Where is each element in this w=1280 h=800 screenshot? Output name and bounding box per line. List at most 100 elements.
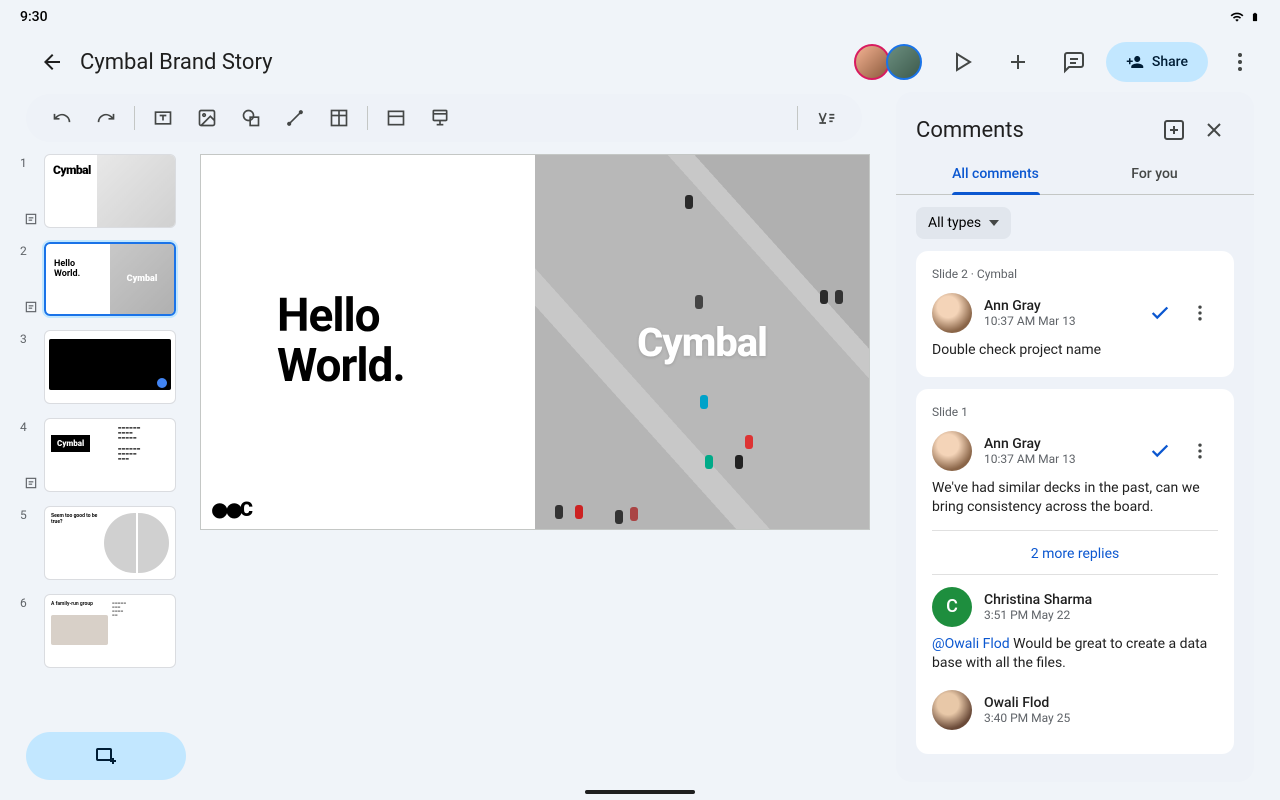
- filter-dropdown[interactable]: All types: [916, 207, 1011, 239]
- tab-for-you[interactable]: For you: [1075, 154, 1234, 194]
- slide-title[interactable]: HelloWorld.: [277, 292, 535, 391]
- comment-avatar: [932, 690, 972, 730]
- slide-brand: Cymbal: [637, 319, 767, 366]
- redo-icon: [96, 108, 116, 128]
- share-label: Share: [1152, 54, 1188, 70]
- format-button[interactable]: [806, 98, 846, 138]
- mention[interactable]: @Owali Flod: [932, 636, 1010, 652]
- collaborator-avatars[interactable]: [858, 44, 922, 80]
- image-icon: [197, 108, 217, 128]
- theme-icon: [430, 108, 450, 128]
- back-button[interactable]: [32, 42, 72, 82]
- textbox-icon: [153, 108, 173, 128]
- thumbnail-2[interactable]: 2 HelloWorld. Cymbal: [20, 242, 192, 316]
- thumbnail-4[interactable]: 4 Cymbal ▬▬▬▬▬▬▬▬▬▬▬▬▬▬▬▬▬▬▬▬▬▬▬▬▬▬▬▬▬: [20, 418, 192, 492]
- divider: [134, 106, 135, 130]
- comment-time: 10:37 AM Mar 13: [984, 452, 1130, 466]
- image-button[interactable]: [187, 98, 227, 138]
- thumbnail-6[interactable]: 6 A family-run group ▬▬▬▬▬▬▬▬▬▬▬▬▬▬: [20, 594, 192, 668]
- close-icon: [1202, 118, 1226, 142]
- line-icon: [285, 108, 305, 128]
- status-time: 9:30: [20, 9, 48, 25]
- comment-more-button[interactable]: [1182, 433, 1218, 469]
- tab-all-comments[interactable]: All comments: [916, 154, 1075, 194]
- comment-card[interactable]: Slide 2 · Cymbal Ann Gray 10:37 AM Mar 1…: [916, 251, 1234, 377]
- layout-icon: [386, 108, 406, 128]
- check-icon: [1149, 440, 1171, 462]
- battery-icon: [1250, 8, 1260, 26]
- resolve-button[interactable]: [1142, 295, 1178, 331]
- layout-button[interactable]: [376, 98, 416, 138]
- comment-icon: [1062, 50, 1086, 74]
- check-icon: [1149, 302, 1171, 324]
- wifi-icon: [1228, 10, 1246, 24]
- comments-title: Comments: [916, 118, 1154, 143]
- comment-time: 10:37 AM Mar 13: [984, 314, 1130, 328]
- comment-text: We've had similar decks in the past, can…: [932, 479, 1218, 518]
- comment-avatar: [932, 431, 972, 471]
- slide-canvas[interactable]: HelloWorld. ●●C Cymbal: [200, 154, 870, 530]
- share-button[interactable]: Share: [1106, 42, 1208, 82]
- divider: [797, 106, 798, 130]
- thumbnail-5[interactable]: 5 Seem too good to be true?: [20, 506, 192, 580]
- toolbar: [26, 94, 862, 142]
- nav-handle: [585, 790, 695, 794]
- format-icon: [816, 108, 836, 128]
- comment-card[interactable]: Slide 1 Ann Gray 10:37 AM Mar 13 We've h…: [916, 389, 1234, 754]
- more-replies-link[interactable]: 2 more replies: [1031, 546, 1119, 562]
- comment-author: Owali Flod: [984, 695, 1218, 711]
- more-button[interactable]: [1216, 38, 1264, 86]
- notes-icon: [24, 476, 38, 490]
- comment-avatar: C: [932, 587, 972, 627]
- new-comment-button[interactable]: [1154, 110, 1194, 150]
- comment-slide-ref: Slide 2 · Cymbal: [932, 267, 1218, 281]
- more-vert-icon: [1190, 441, 1210, 461]
- add-comment-icon: [1162, 118, 1186, 142]
- slide-thumbnails: 1 Cymbal 2 HelloWorld. Cymbal 3 4 Cymbal…: [0, 142, 200, 798]
- add-slide-icon: [94, 744, 118, 768]
- resolve-button[interactable]: [1142, 433, 1178, 469]
- plus-icon: [1006, 50, 1030, 74]
- comment-avatar: [932, 293, 972, 333]
- comments-panel: Comments All comments For you All types …: [896, 92, 1254, 782]
- theme-button[interactable]: [420, 98, 460, 138]
- redo-button[interactable]: [86, 98, 126, 138]
- notes-icon: [24, 300, 38, 314]
- textbox-button[interactable]: [143, 98, 183, 138]
- play-icon: [950, 50, 974, 74]
- more-vert-icon: [1190, 303, 1210, 323]
- comment-more-button[interactable]: [1182, 295, 1218, 331]
- header: Cymbal Brand Story Share: [0, 30, 1280, 94]
- table-button[interactable]: [319, 98, 359, 138]
- new-slide-fab[interactable]: [26, 732, 186, 780]
- comment-time: 3:51 PM May 22: [984, 608, 1218, 622]
- add-button[interactable]: [994, 38, 1042, 86]
- thumbnail-1[interactable]: 1 Cymbal: [20, 154, 192, 228]
- comment-author: Ann Gray: [984, 436, 1130, 452]
- arrow-back-icon: [40, 50, 64, 74]
- divider: [367, 106, 368, 130]
- person-add-icon: [1126, 53, 1144, 71]
- notes-icon: [24, 212, 38, 226]
- present-button[interactable]: [938, 38, 986, 86]
- comment-author: Christina Sharma: [984, 592, 1218, 608]
- dropdown-icon: [989, 220, 999, 226]
- line-button[interactable]: [275, 98, 315, 138]
- comment-text: @Owali Flod Would be great to create a d…: [932, 635, 1218, 674]
- undo-button[interactable]: [42, 98, 82, 138]
- comment-text: Double check project name: [932, 341, 1218, 361]
- avatar-user-1[interactable]: [854, 44, 890, 80]
- comment-slide-ref: Slide 1: [932, 405, 1218, 419]
- status-bar: 9:30: [0, 0, 1280, 30]
- thumbnail-3[interactable]: 3: [20, 330, 192, 404]
- comment-author: Ann Gray: [984, 298, 1130, 314]
- undo-icon: [52, 108, 72, 128]
- shape-button[interactable]: [231, 98, 271, 138]
- close-comments-button[interactable]: [1194, 110, 1234, 150]
- more-vert-icon: [1228, 50, 1252, 74]
- document-title[interactable]: Cymbal Brand Story: [80, 50, 858, 75]
- avatar-user-2[interactable]: [886, 44, 922, 80]
- shape-icon: [241, 108, 261, 128]
- slide-footer-mark: ●●C: [211, 497, 250, 521]
- comments-button[interactable]: [1050, 38, 1098, 86]
